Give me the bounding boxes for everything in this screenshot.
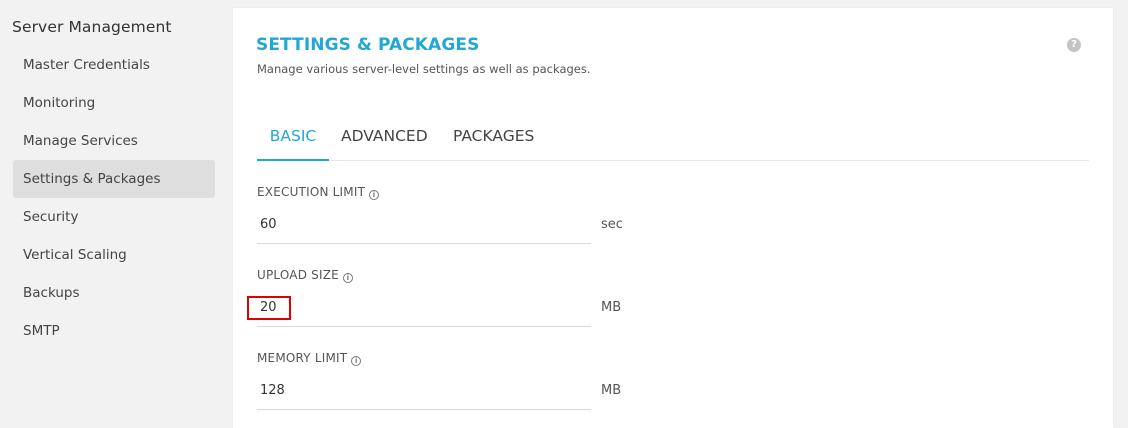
page-title: SETTINGS & PACKAGES	[256, 35, 480, 55]
sidebar-item-master-credentials[interactable]: Master Credentials	[13, 46, 215, 84]
memory-limit-label: MEMORY LIMIT i	[257, 351, 362, 366]
upload-size-label-text: UPLOAD SIZE	[257, 268, 339, 282]
tab-bar: BASIC ADVANCED PACKAGES	[257, 118, 1089, 161]
info-icon[interactable]: i	[369, 190, 380, 200]
sidebar-item-vertical-scaling[interactable]: Vertical Scaling	[13, 236, 215, 274]
settings-panel: SETTINGS & PACKAGES Manage various serve…	[233, 8, 1113, 428]
help-icon[interactable]: ?	[1067, 38, 1081, 52]
sidebar-item-security[interactable]: Security	[13, 198, 215, 236]
sidebar-item-manage-services[interactable]: Manage Services	[13, 122, 215, 160]
tab-advanced[interactable]: ADVANCED	[341, 118, 428, 161]
upload-size-input[interactable]	[257, 289, 591, 327]
memory-limit-label-text: MEMORY LIMIT	[257, 351, 348, 365]
page-subtitle: Manage various server-level settings as …	[257, 62, 591, 76]
execution-limit-input[interactable]	[257, 206, 591, 244]
execution-limit-label: EXECUTION LIMIT i	[257, 185, 380, 200]
tab-basic[interactable]: BASIC	[257, 118, 329, 161]
info-icon[interactable]: i	[351, 356, 362, 366]
sidebar-item-backups[interactable]: Backups	[13, 274, 215, 312]
upload-size-unit: MB	[601, 300, 622, 315]
execution-limit-unit: sec	[601, 217, 623, 232]
sidebar: Server Management Master Credentials Mon…	[0, 0, 232, 422]
tab-packages[interactable]: PACKAGES	[453, 118, 534, 161]
sidebar-menu: Master Credentials Monitoring Manage Ser…	[13, 46, 215, 350]
upload-size-label: UPLOAD SIZE i	[257, 268, 353, 283]
memory-limit-unit: MB	[601, 383, 622, 398]
sidebar-item-monitoring[interactable]: Monitoring	[13, 84, 215, 122]
sidebar-item-settings-packages[interactable]: Settings & Packages	[13, 160, 215, 198]
info-icon[interactable]: i	[342, 273, 353, 283]
sidebar-title: Server Management	[12, 18, 172, 36]
execution-limit-label-text: EXECUTION LIMIT	[257, 185, 366, 199]
sidebar-item-smtp[interactable]: SMTP	[13, 312, 215, 350]
memory-limit-input[interactable]	[257, 372, 591, 410]
